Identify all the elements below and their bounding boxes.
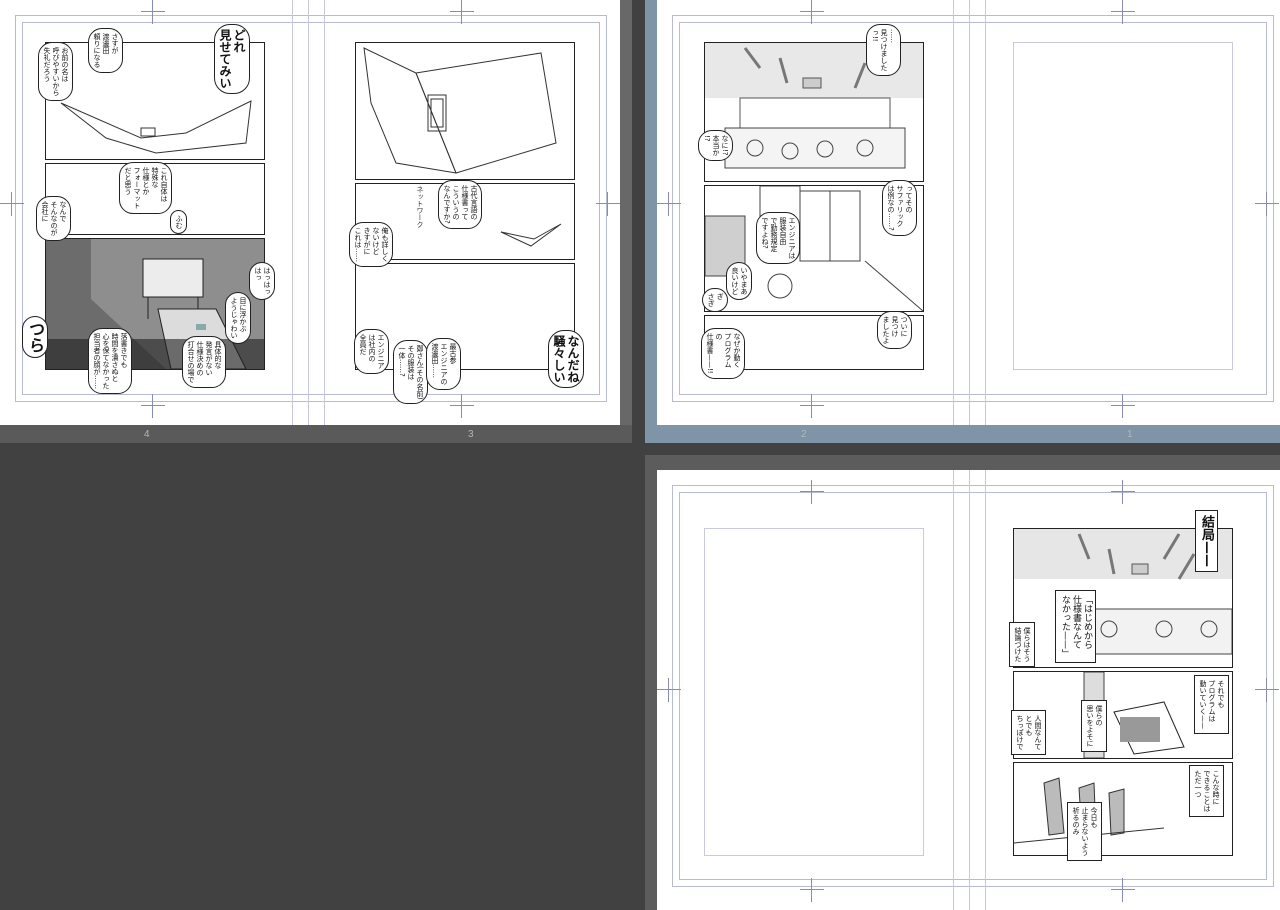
page2-bubble-nazeka: なぜか動く プログラム の 仕様書——!! xyxy=(701,328,745,379)
spread-pages-2-1[interactable]: …… 見つけました っ!! なに!? 本当か !? ってその サファリック は例… xyxy=(657,0,1280,425)
register-mark-bottom-left xyxy=(800,394,824,418)
spread-shadow-right xyxy=(620,0,632,425)
binder-drawing xyxy=(363,47,557,174)
page4-bubble-korejitai: これ自体は 特殊な 仕様とか フォーマット だと思う xyxy=(119,162,172,214)
bottom-caption-konnatoki: こんな時に できることは ただ一つ xyxy=(1189,765,1224,817)
bottom-caption-kyoumo: 今日も 止まらないよう 祈るのみ xyxy=(1067,802,1102,861)
page4-bubble-meni: 目に浮かぶ ようじゃわい xyxy=(225,292,251,344)
page-label-bar-spread-4-3 xyxy=(0,425,632,443)
register-mark-top-right xyxy=(1111,480,1135,504)
spread-pages-4-3[interactable]: どれ 見せてみい さすが 渡邊田 頼りになる お前の名は 呼びやすいから 失礼だ… xyxy=(0,0,620,425)
page2-bubble-tte: ってその サファリック は例なの……? xyxy=(882,180,917,236)
register-mark-bottom-left xyxy=(141,394,165,418)
page4-bubble-fumu: ふむ xyxy=(170,210,187,234)
spread-gutter xyxy=(308,0,309,425)
bottom-caption-bokurano: 僕らの 思いをよそに xyxy=(1081,700,1107,752)
page4-bubble-tsura: つら xyxy=(22,316,48,358)
register-mark-left xyxy=(0,192,24,216)
page2-bubble-engineer: エンジニアは 服装自由 で勤務規定 ですよね? xyxy=(756,212,800,264)
gutter-guide-left xyxy=(292,0,293,425)
register-mark-right xyxy=(1255,192,1279,216)
bottom-caption-bokura: 僕らはそう 結論づけた xyxy=(1009,622,1035,667)
register-mark-right xyxy=(596,192,620,216)
page-number-4: 4 xyxy=(144,429,150,440)
bottom-caption-ningen: 人間なんて とでも ちっぽけで xyxy=(1011,710,1046,755)
gutter-guide-right xyxy=(324,0,325,425)
page2-bubble-tsuini: ついに 見つけ ましたよ xyxy=(877,311,912,349)
register-mark-left xyxy=(657,192,681,216)
spread-bottom[interactable]: 結局—— 「はじめから 仕様書なんて なかった——」 僕らはそう 結論づけた そ… xyxy=(657,470,1280,910)
register-mark-bottom-right xyxy=(1111,878,1135,902)
bottom-caption-kekkyoku: 結局—— xyxy=(1195,510,1218,572)
page3-panel-1[interactable] xyxy=(355,42,575,180)
page3-bubble-saikosan: 最古参 エンジニアの 渡邊田…… xyxy=(426,338,461,390)
page-number-2: 2 xyxy=(801,429,807,440)
register-mark-left xyxy=(657,678,681,702)
page4-bubble-nande: なんで そんなのが 会社に xyxy=(36,196,71,241)
register-mark-top-right xyxy=(1111,0,1135,24)
page2-bubble-iyamaa: いやまあ 良いけど xyxy=(726,262,752,300)
page2-bubble-nani: なに!? 本当か !? xyxy=(698,130,733,161)
page2-bubble-gisa: ぎ さぎ xyxy=(702,288,728,312)
page4-bubble-hahha: はっはっ はっ xyxy=(249,262,275,300)
register-mark-bottom-left xyxy=(800,878,824,902)
page4-bubble-rakugaki: 落書きでも 時間を潰さぬと 心を保てなかった 担当者の顔が…… xyxy=(88,328,132,394)
page4-bubble-sasuga: さすが 渡邊田 頼りになる xyxy=(88,28,123,73)
gutter-guide-left xyxy=(953,0,954,425)
page-number-3: 3 xyxy=(468,429,474,440)
register-mark-top-left xyxy=(141,0,165,24)
register-mark-right xyxy=(1255,678,1279,702)
register-mark-bottom-right xyxy=(1111,394,1135,418)
bottom-caption-hajimekara: 「はじめから 仕様書なんて なかった——」 xyxy=(1055,590,1096,663)
page-number-1: 1 xyxy=(1127,429,1133,440)
page4-bubble-omae: お前の名は 呼びやすいから 失礼だろう xyxy=(38,42,73,101)
register-mark-top-left xyxy=(800,0,824,24)
register-mark-bottom-right xyxy=(450,394,474,418)
page4-bubble-gutaiteki: 具体的な 発言がない 仕様決めの 打合せの場で xyxy=(182,336,226,388)
bottom-left-empty-frame[interactable] xyxy=(704,528,924,856)
spread-gutter xyxy=(969,0,970,425)
register-mark-top-left xyxy=(800,480,824,504)
page2-bubble-mitsuke: …… 見つけました っ!! xyxy=(866,24,901,76)
page3-bubble-nandane: なんだね 騒々しい xyxy=(548,330,584,388)
spread-gutter xyxy=(969,470,970,910)
bottom-caption-soredemo: それでも プログラムは 動いていく—— xyxy=(1194,675,1229,734)
page3-bubble-engineer: エンジニア は社内の 全員だ xyxy=(354,329,389,374)
register-mark-top-right xyxy=(450,0,474,24)
gutter-guide-right xyxy=(985,470,986,910)
page3-sfx-network: ネットワーク xyxy=(416,186,424,228)
page3-bubble-kodai: 古代言語の 仕様書って こういうの なんですか? xyxy=(438,180,482,229)
page3-bubble-teisan: 鄭さん(その名前) その服装は 一体……? xyxy=(393,340,428,405)
page3-bubble-oremo: 俺も詳しく ないけど きすがに これは…… xyxy=(349,222,393,267)
gutter-guide-left xyxy=(953,470,954,910)
page4-bubble-dore: どれ 見せてみい xyxy=(214,24,250,94)
page1-empty-frame[interactable] xyxy=(1013,42,1233,370)
gutter-guide-right xyxy=(985,0,986,425)
